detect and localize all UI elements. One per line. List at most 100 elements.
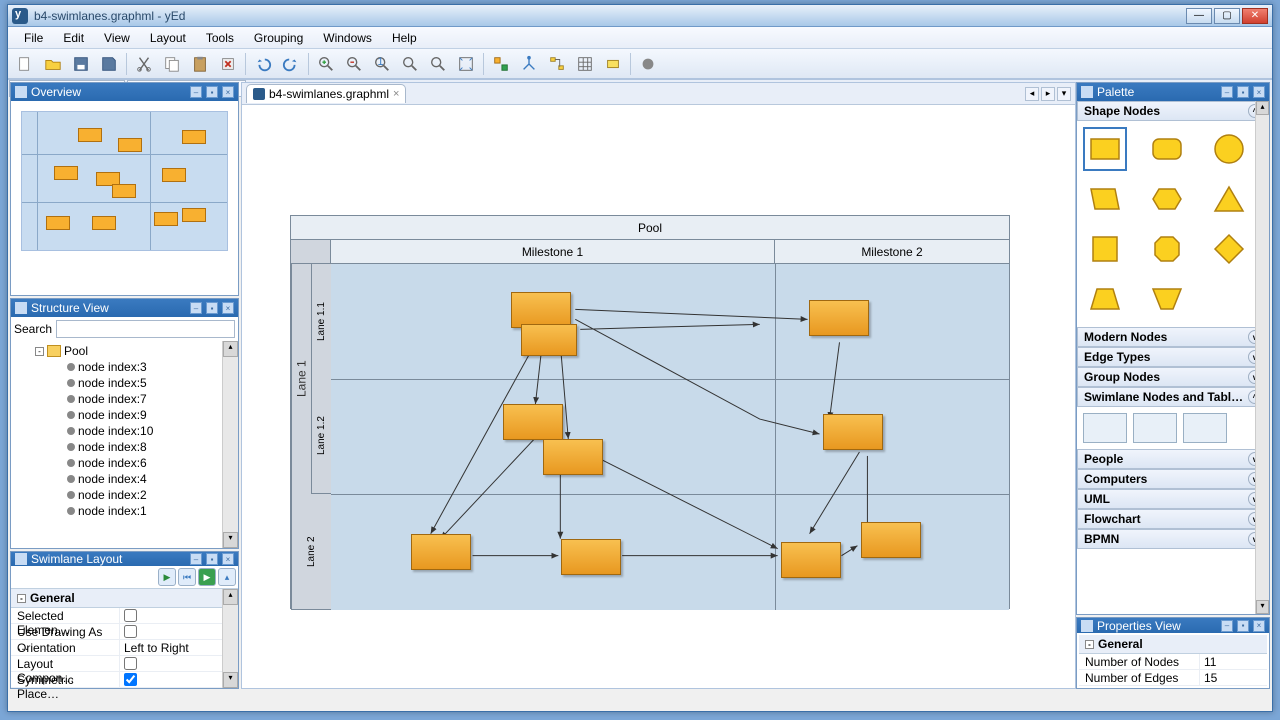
people-section[interactable]: Peoplev: [1077, 449, 1269, 469]
scrollbar[interactable]: ▴▾: [222, 589, 238, 688]
minimize-button[interactable]: —: [1186, 8, 1212, 24]
saveas-button[interactable]: [96, 51, 122, 77]
menu-file[interactable]: File: [14, 28, 53, 48]
graph-node[interactable]: [411, 534, 471, 570]
shape-ellipse[interactable]: [1207, 127, 1251, 171]
close-button[interactable]: ✕: [1242, 8, 1268, 24]
structure-tree[interactable]: - Pool node index:3 node index:5 node in…: [11, 341, 238, 548]
skip-back-icon[interactable]: ⏮: [178, 568, 196, 586]
graph-node[interactable]: [823, 414, 883, 450]
menu-help[interactable]: Help: [382, 28, 427, 48]
panel-close-icon[interactable]: ×: [222, 86, 234, 98]
pool[interactable]: Pool Lane 1 Lane 1.1 Lane 1.2: [290, 215, 1010, 609]
tree-item[interactable]: node index:4: [17, 471, 238, 487]
swimlane-section[interactable]: Swimlane Nodes and Tabl…^: [1077, 387, 1269, 407]
swimlane-vert-icon[interactable]: [1133, 413, 1177, 443]
up-icon[interactable]: ▴: [218, 568, 236, 586]
shape-trapezoid2[interactable]: [1145, 277, 1189, 321]
close-tab-icon[interactable]: ×: [393, 88, 399, 100]
tab-right-icon[interactable]: ▸: [1041, 87, 1055, 101]
play-icon[interactable]: ▶: [158, 568, 176, 586]
graph-node[interactable]: [561, 539, 621, 575]
graph-node[interactable]: [861, 522, 921, 558]
shape-parallelogram[interactable]: [1083, 177, 1127, 221]
tree-item[interactable]: node index:9: [17, 407, 238, 423]
tab-list-icon[interactable]: ▾: [1057, 87, 1071, 101]
maximize-button[interactable]: ▢: [1214, 8, 1240, 24]
scrollbar[interactable]: ▴▾: [1255, 101, 1269, 614]
shape-diamond[interactable]: [1207, 227, 1251, 271]
graph-node[interactable]: [503, 404, 563, 440]
menu-windows[interactable]: Windows: [313, 28, 382, 48]
tree-item[interactable]: node index:6: [17, 455, 238, 471]
tree-item[interactable]: node index:5: [17, 375, 238, 391]
tree-item[interactable]: node index:8: [17, 439, 238, 455]
cloud-button[interactable]: [635, 51, 661, 77]
tree-item[interactable]: node index:3: [17, 359, 238, 375]
tree-item[interactable]: node index:1: [17, 503, 238, 519]
zoom-area-button[interactable]: [425, 51, 451, 77]
grid-button[interactable]: [572, 51, 598, 77]
paste-button[interactable]: [187, 51, 213, 77]
shape-rect[interactable]: [1083, 127, 1127, 171]
symmetric-checkbox[interactable]: [124, 673, 137, 686]
panel-close-icon[interactable]: ×: [1253, 620, 1265, 632]
layout-comp-checkbox[interactable]: [124, 657, 137, 670]
tab-left-icon[interactable]: ◂: [1025, 87, 1039, 101]
panel-close-icon[interactable]: ×: [222, 553, 234, 565]
swimlane-table-icon[interactable]: [1183, 413, 1227, 443]
panel-min-icon[interactable]: –: [190, 302, 202, 314]
panel-pin-icon[interactable]: ▪: [206, 553, 218, 565]
panel-pin-icon[interactable]: ▪: [1237, 86, 1249, 98]
shape-hexagon[interactable]: [1145, 177, 1189, 221]
cut-button[interactable]: [131, 51, 157, 77]
collapse-icon[interactable]: -: [1085, 640, 1094, 649]
collapse-icon[interactable]: -: [17, 594, 26, 603]
graph-node[interactable]: [511, 292, 571, 328]
zoom-reset-button[interactable]: 1: [369, 51, 395, 77]
save-button[interactable]: [68, 51, 94, 77]
graph-canvas[interactable]: Pool Lane 1 Lane 1.1 Lane 1.2: [242, 105, 1075, 688]
menu-tools[interactable]: Tools: [196, 28, 244, 48]
tree-item[interactable]: node index:10: [17, 423, 238, 439]
flowchart-section[interactable]: Flowchartv: [1077, 509, 1269, 529]
copy-button[interactable]: [159, 51, 185, 77]
document-tab[interactable]: b4-swimlanes.graphml ×: [246, 84, 406, 103]
shape-roundrect[interactable]: [1145, 127, 1189, 171]
selected-elem-checkbox[interactable]: [124, 609, 137, 622]
new-button[interactable]: [12, 51, 38, 77]
graph-node[interactable]: [809, 300, 869, 336]
menu-edit[interactable]: Edit: [53, 28, 94, 48]
orientation-value[interactable]: Left to Right: [119, 640, 238, 655]
swimlane-hor-icon[interactable]: [1083, 413, 1127, 443]
zoom-out-button[interactable]: [341, 51, 367, 77]
shape-nodes-section[interactable]: Shape Nodes^: [1077, 101, 1269, 121]
fit-content-button[interactable]: [453, 51, 479, 77]
panel-min-icon[interactable]: –: [190, 553, 202, 565]
tree-item[interactable]: node index:7: [17, 391, 238, 407]
panel-pin-icon[interactable]: ▪: [206, 86, 218, 98]
graph-node[interactable]: [521, 324, 577, 356]
shape-triangle[interactable]: [1207, 177, 1251, 221]
modern-nodes-section[interactable]: Modern Nodesv: [1077, 327, 1269, 347]
tree-item[interactable]: node index:2: [17, 487, 238, 503]
graph-node[interactable]: [543, 439, 603, 475]
routing-button[interactable]: [516, 51, 542, 77]
panel-min-icon[interactable]: –: [1221, 86, 1233, 98]
uml-section[interactable]: UMLv: [1077, 489, 1269, 509]
zoom-selection-button[interactable]: [397, 51, 423, 77]
panel-pin-icon[interactable]: ▪: [206, 302, 218, 314]
menu-view[interactable]: View: [94, 28, 140, 48]
panel-pin-icon[interactable]: ▪: [1237, 620, 1249, 632]
use-drawing-checkbox[interactable]: [124, 625, 137, 638]
redo-button[interactable]: [278, 51, 304, 77]
tree-root[interactable]: - Pool: [17, 343, 238, 359]
tree-toggle-icon[interactable]: -: [35, 347, 44, 356]
shape-octagon[interactable]: [1145, 227, 1189, 271]
group-nodes-section[interactable]: Group Nodesv: [1077, 367, 1269, 387]
edge-types-section[interactable]: Edge Typesv: [1077, 347, 1269, 367]
graph-node[interactable]: [781, 542, 841, 578]
computers-section[interactable]: Computersv: [1077, 469, 1269, 489]
panel-close-icon[interactable]: ×: [222, 302, 234, 314]
layout-button[interactable]: [488, 51, 514, 77]
